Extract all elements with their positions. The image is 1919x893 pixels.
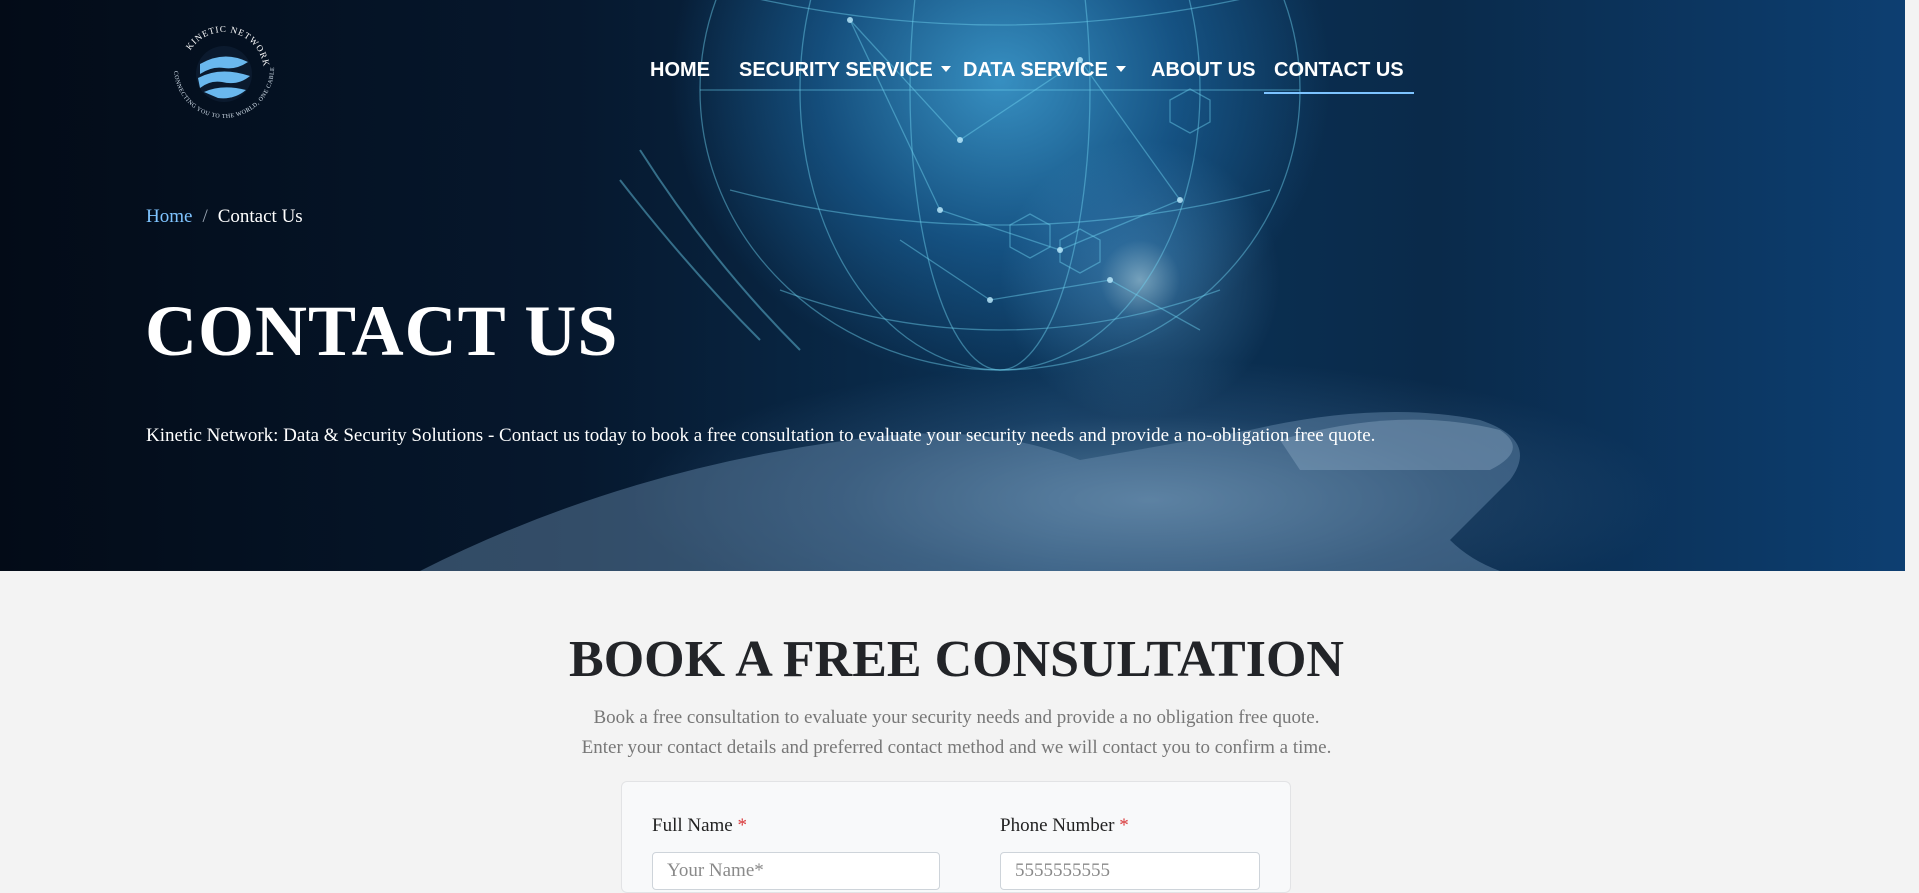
hero-description: Kinetic Network: Data & Security Solutio… <box>146 425 1376 446</box>
nav-about-label: ABOUT US <box>1151 59 1256 81</box>
consultation-form: Full Name * Phone Number * <box>621 781 1291 893</box>
consultation-subtitle: Book a free consultation to evaluate you… <box>0 703 1913 763</box>
main-nav: HOME SECURITY SERVICE DATA SERVICE ABOUT… <box>0 52 1913 96</box>
nav-contact-us[interactable]: CONTACT US <box>1264 52 1414 94</box>
nav-home-label: HOME <box>650 59 710 81</box>
nav-security-service[interactable]: SECURITY SERVICE <box>739 52 951 92</box>
nav-home[interactable]: HOME <box>650 52 710 92</box>
breadcrumb-home-link[interactable]: Home <box>146 206 192 227</box>
nav-about-us[interactable]: ABOUT US <box>1151 52 1255 92</box>
consultation-line-2: Enter your contact details and preferred… <box>581 737 1332 758</box>
chevron-down-icon <box>1115 66 1126 72</box>
phone-number-input[interactable] <box>1000 852 1260 890</box>
required-marker: * <box>1119 815 1129 836</box>
full-name-input[interactable] <box>652 852 940 890</box>
consultation-line-1: Book a free consultation to evaluate you… <box>593 707 1320 728</box>
breadcrumb-current: Contact Us <box>217 206 303 227</box>
page-title: CONTACT US <box>145 291 619 371</box>
consultation-heading: BOOK A FREE CONSULTATION <box>569 631 1344 688</box>
nav-data-label: DATA SERVICE <box>963 59 1108 81</box>
phone-number-label: Phone Number * <box>1000 815 1129 836</box>
chevron-down-icon <box>940 66 951 72</box>
required-marker: * <box>737 815 748 836</box>
nav-security-label: SECURITY SERVICE <box>739 59 933 81</box>
full-name-label: Full Name * <box>652 815 748 836</box>
nav-data-service[interactable]: DATA SERVICE <box>963 52 1126 92</box>
breadcrumb-separator: / <box>202 206 208 227</box>
nav-contact-label: CONTACT US <box>1274 59 1404 81</box>
breadcrumb: Home / Contact Us <box>146 206 303 228</box>
